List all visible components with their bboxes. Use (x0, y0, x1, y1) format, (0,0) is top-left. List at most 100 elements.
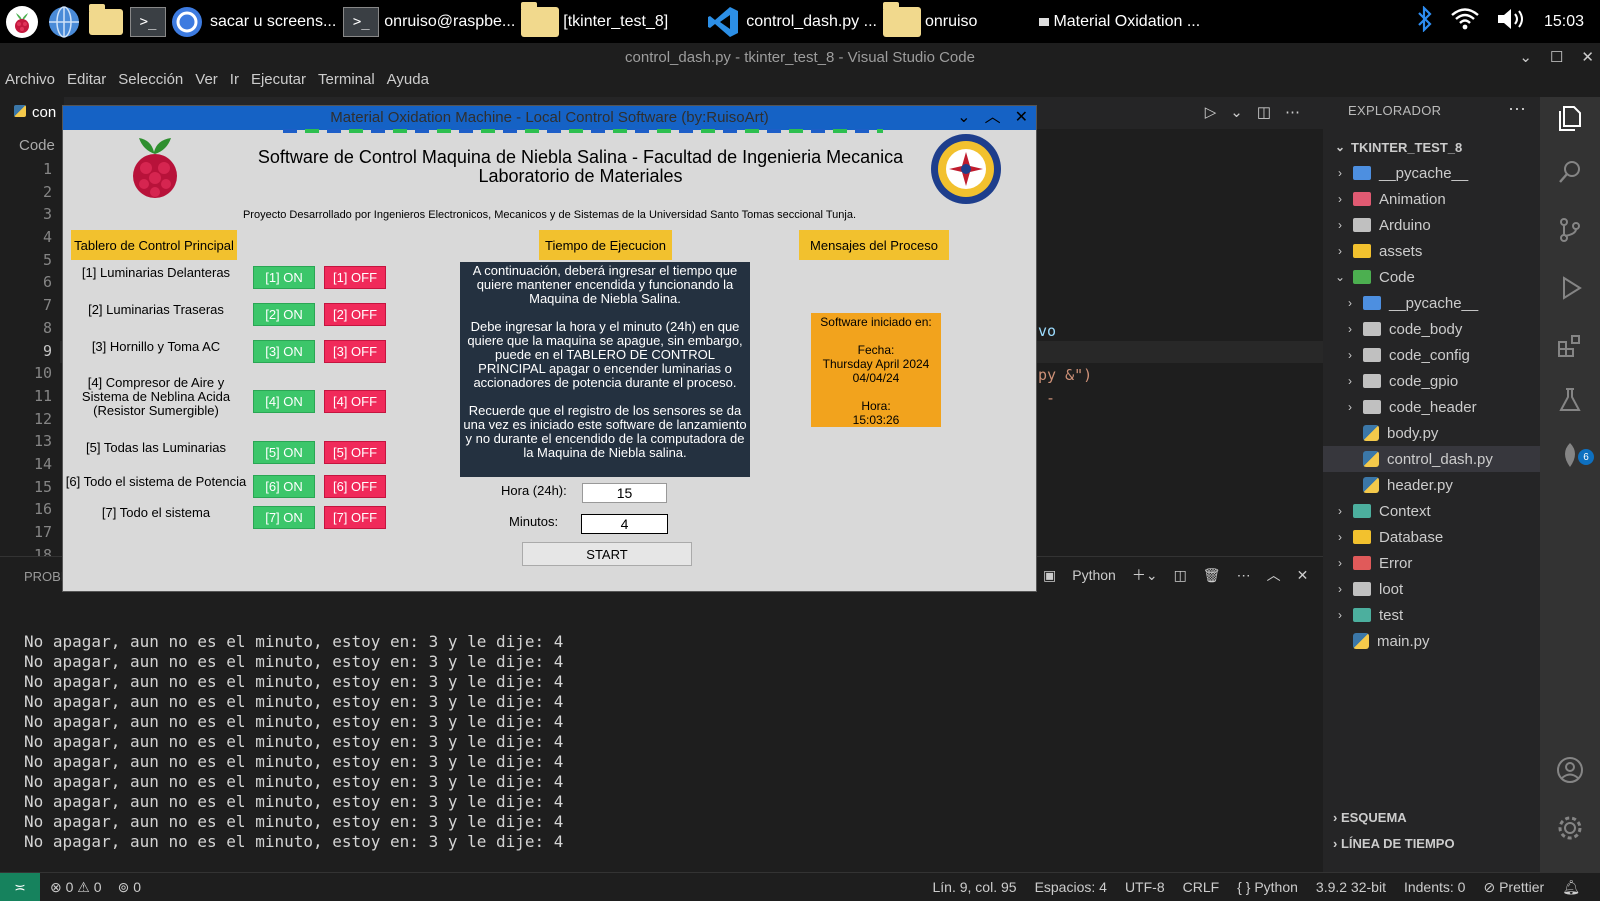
task-terminal[interactable]: >_ onruiso@raspbe... (342, 2, 521, 42)
more-actions-icon[interactable]: ⋯ (1285, 103, 1300, 121)
trash-icon[interactable]: 🗑 (1203, 567, 1221, 584)
terminal-launcher-icon[interactable]: >_ (128, 2, 168, 42)
remote-indicator-icon[interactable]: ≍ (0, 873, 40, 901)
on-button-3[interactable]: [3] ON (253, 340, 315, 363)
volume-icon[interactable] (1496, 7, 1528, 36)
folder-item[interactable]: › code_header (1323, 394, 1540, 420)
timeline-section[interactable]: › LÍNEA DE TIEMPO (1333, 836, 1455, 851)
start-button[interactable]: START (522, 542, 692, 566)
split-terminal-icon[interactable]: ◫ (1174, 567, 1187, 584)
run-icon[interactable]: ▷ (1205, 103, 1217, 121)
off-button-4[interactable]: [4] OFF (324, 390, 386, 413)
folder-item[interactable]: › __pycache__ (1323, 160, 1540, 186)
on-button-7[interactable]: [7] ON (253, 506, 315, 529)
workspace-root[interactable]: ⌄ TKINTER_TEST_8 (1323, 134, 1540, 160)
folder-item[interactable]: › loot (1323, 576, 1540, 602)
terminal-output[interactable]: No apagar, aun no es el minuto, estoy en… (24, 632, 563, 852)
menu-editar[interactable]: Editar (67, 71, 106, 93)
clock[interactable]: 15:03 (1544, 13, 1584, 31)
language-mode[interactable]: { } Python (1237, 879, 1298, 896)
off-button-7[interactable]: [7] OFF (324, 506, 386, 529)
testing-flask-icon[interactable] (1555, 385, 1585, 415)
outline-section[interactable]: › ESQUEMA (1333, 810, 1407, 825)
folder-item[interactable]: › Arduino (1323, 212, 1540, 238)
folder-item[interactable]: › assets (1323, 238, 1540, 264)
cursor-position[interactable]: Lín. 9, col. 95 (933, 879, 1017, 896)
explorer-more-icon[interactable]: ⋯ (1508, 99, 1526, 120)
ports-indicator[interactable]: ⊚ 0 (118, 879, 141, 896)
task-folder-onruiso[interactable]: onruiso (882, 1, 983, 42)
task-screenshot[interactable]: sacar u screens... (168, 2, 342, 42)
menu-ejecutar[interactable]: Ejecutar (251, 71, 306, 93)
folder-item[interactable]: › code_body (1323, 316, 1540, 342)
chevron-down-icon[interactable]: ⌄ (1230, 103, 1243, 121)
notifications-bell-icon[interactable]: 🔔︎ (1562, 879, 1580, 896)
on-button-5[interactable]: [5] ON (253, 441, 315, 464)
task-material-oxidation[interactable]: Material Oxidation ... (1039, 2, 1206, 42)
problems-indicator[interactable]: ⊗ 0 ⚠ 0 (50, 879, 102, 896)
folder-item[interactable]: › code_gpio (1323, 368, 1540, 394)
folder-item[interactable]: › code_config (1323, 342, 1540, 368)
line-ending[interactable]: CRLF (1183, 879, 1220, 896)
folder-item[interactable]: › test (1323, 602, 1540, 628)
on-button-6[interactable]: [6] ON (253, 475, 315, 498)
folder-item[interactable]: ⌄ Code (1323, 264, 1540, 290)
prettier-status[interactable]: ⊘ Prettier (1483, 879, 1544, 896)
menu-ayuda[interactable]: Ayuda (387, 71, 429, 93)
more-icon[interactable]: ⋯ (1237, 567, 1251, 584)
file-manager-icon[interactable] (86, 2, 126, 42)
folder-item[interactable]: › __pycache__ (1323, 290, 1540, 316)
off-button-3[interactable]: [3] OFF (324, 340, 386, 363)
menu-archivo[interactable]: Archivo (5, 71, 55, 93)
off-button-6[interactable]: [6] OFF (324, 475, 386, 498)
settings-gear-icon[interactable] (1555, 813, 1585, 843)
split-editor-icon[interactable]: ◫ (1257, 103, 1271, 121)
search-icon[interactable] (1555, 157, 1585, 187)
tab-control-dash[interactable]: con (0, 97, 64, 129)
browser-globe-icon[interactable] (44, 2, 84, 42)
folder-item[interactable]: › Context (1323, 498, 1540, 524)
menu-ver[interactable]: Ver (195, 71, 218, 93)
off-button-1[interactable]: [1] OFF (324, 266, 386, 289)
tk-maximize-icon[interactable]: ︿ (985, 106, 1001, 130)
indentation[interactable]: Espacios: 4 (1035, 879, 1107, 896)
close-panel-icon[interactable]: ✕ (1297, 567, 1309, 584)
maximize-icon[interactable]: ☐ (1550, 43, 1563, 73)
file-item[interactable]: header.py (1323, 472, 1540, 498)
minimize-icon[interactable]: ⌄ (1519, 43, 1532, 73)
new-terminal-icon[interactable]: ＋⌄ (1132, 565, 1158, 585)
menu-ir[interactable]: Ir (230, 71, 239, 93)
folder-item[interactable]: › Error (1323, 550, 1540, 576)
on-button-4[interactable]: [4] ON (253, 390, 315, 413)
interpreter-version[interactable]: 3.9.2 32-bit (1316, 879, 1386, 896)
account-icon[interactable] (1555, 755, 1585, 785)
encoding[interactable]: UTF-8 (1125, 879, 1165, 896)
menu-terminal[interactable]: Terminal (318, 71, 375, 93)
task-vscode[interactable]: control_dash.py ... (704, 2, 883, 42)
menu-seleccion[interactable]: Selección (118, 71, 183, 93)
leaf-icon[interactable] (1555, 440, 1585, 470)
tk-minimize-icon[interactable]: ⌄ (957, 106, 970, 130)
file-item[interactable]: control_dash.py (1323, 446, 1540, 472)
hour-input[interactable]: 15 (582, 483, 667, 503)
task-folder-tkinter[interactable]: [tkinter_test_8] (521, 1, 674, 42)
minutes-input[interactable]: 4 (581, 514, 668, 534)
explorer-icon[interactable] (1555, 103, 1585, 133)
terminal-shell-label[interactable]: Python (1072, 567, 1116, 583)
raspberry-menu-icon[interactable] (2, 2, 42, 42)
off-button-2[interactable]: [2] OFF (324, 303, 386, 326)
tk-close-icon[interactable]: ✕ (1015, 106, 1028, 130)
file-item[interactable]: main.py (1323, 628, 1540, 654)
run-debug-icon[interactable] (1555, 273, 1585, 303)
extensions-icon[interactable] (1555, 331, 1585, 361)
folder-item[interactable]: › Animation (1323, 186, 1540, 212)
wifi-icon[interactable] (1450, 7, 1480, 36)
on-button-1[interactable]: [1] ON (253, 266, 315, 289)
bluetooth-icon[interactable] (1416, 5, 1434, 37)
maximize-panel-icon[interactable]: ︿ (1267, 565, 1281, 585)
on-button-2[interactable]: [2] ON (253, 303, 315, 326)
source-control-icon[interactable] (1555, 215, 1585, 245)
close-icon[interactable]: ✕ (1581, 43, 1594, 73)
breadcrumb[interactable]: Code (19, 137, 55, 154)
folder-item[interactable]: › Database (1323, 524, 1540, 550)
